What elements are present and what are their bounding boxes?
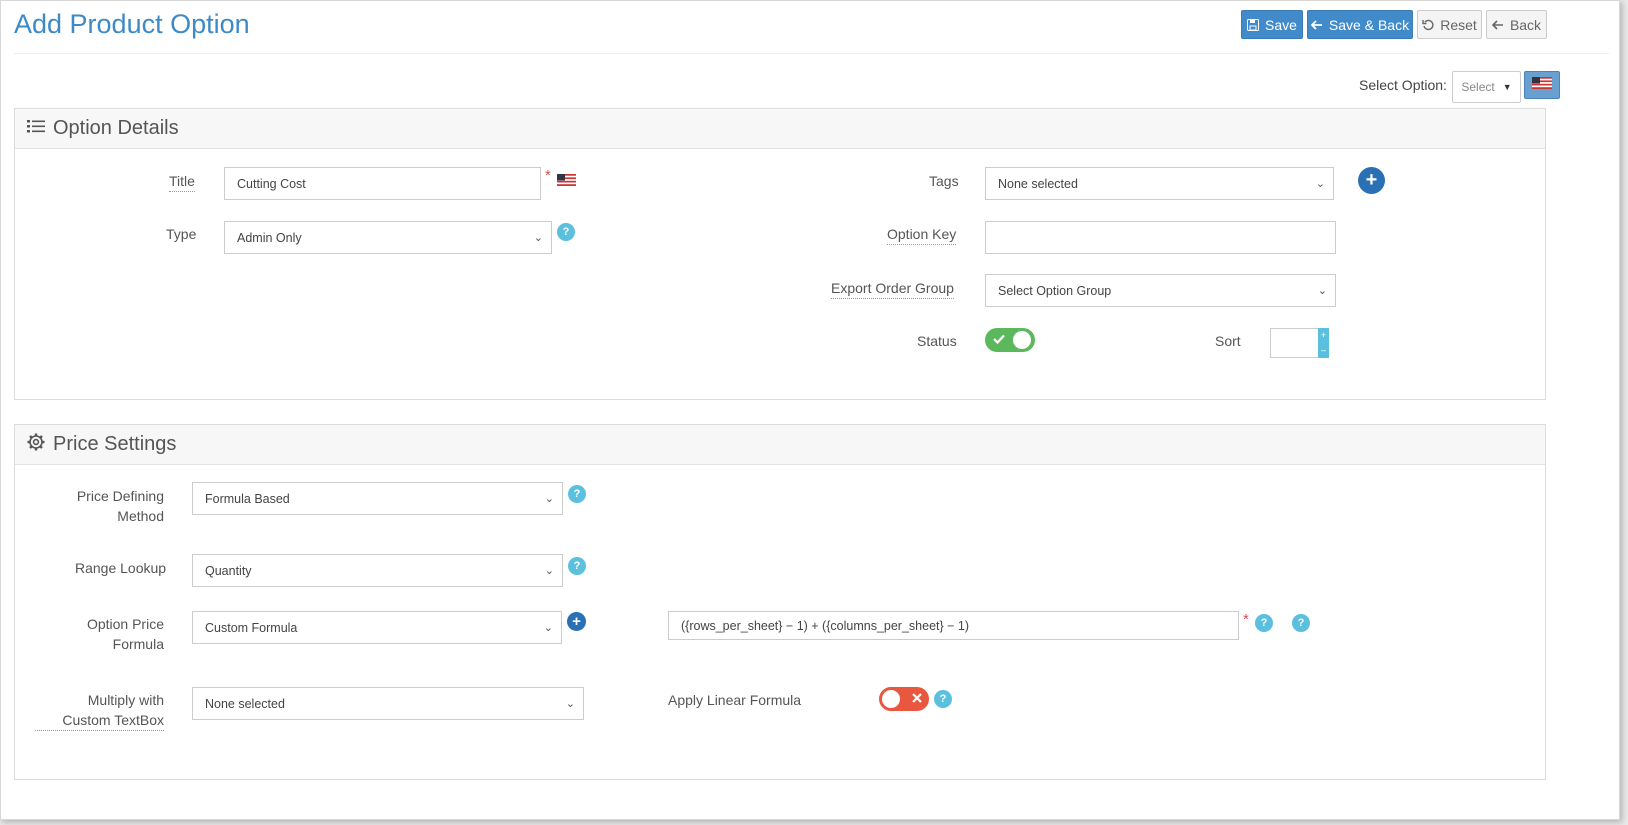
help-icon[interactable]: ? (934, 690, 952, 708)
multiply-label-line1: Multiply with (87, 692, 164, 708)
us-flag-icon (557, 173, 576, 191)
option-price-formula-label-line2: Formula (112, 636, 164, 652)
apply-linear-formula-label: Apply Linear Formula (668, 692, 802, 708)
option-key-label: Option Key (887, 224, 957, 245)
save-and-back-label: Save & Back (1328, 16, 1410, 33)
price-settings-panel: Price Settings (14, 424, 1546, 780)
close-icon (912, 690, 922, 708)
toggle-knob (882, 690, 900, 708)
chevron-down-icon: ⌄ (1317, 285, 1327, 297)
chevron-down-icon: ⌄ (1315, 178, 1325, 190)
type-select-value: Admin Only (237, 230, 302, 245)
required-asterisk: * (1243, 611, 1249, 628)
status-toggle[interactable] (985, 328, 1035, 352)
multiply-label-line2: Custom TextBox (62, 712, 164, 728)
option-price-formula-value: Custom Formula (205, 620, 298, 635)
help-icon[interactable]: ? (568, 557, 586, 575)
export-order-group-value: Select Option Group (998, 283, 1112, 298)
range-lookup-label: Range Lookup (75, 560, 167, 576)
option-price-formula-label: Option Price Formula (41, 614, 164, 654)
back-button[interactable]: Back (1486, 10, 1547, 39)
check-icon (993, 331, 1005, 349)
export-order-group-select[interactable]: Select Option Group ⌄ (985, 274, 1336, 307)
list-icon (27, 117, 45, 140)
help-icon[interactable]: ? (568, 485, 586, 503)
reset-button[interactable]: Reset (1417, 10, 1482, 39)
help-icon[interactable]: ? (1292, 614, 1310, 632)
back-button-label: Back (1509, 16, 1542, 33)
price-defining-method-value: Formula Based (205, 491, 290, 506)
option-key-input[interactable] (985, 221, 1336, 254)
language-flag-button[interactable] (1524, 71, 1560, 99)
floppy-disk-icon (1247, 18, 1260, 31)
price-settings-heading: Price Settings (53, 433, 177, 455)
chevron-down-icon: ⌄ (533, 232, 543, 244)
chevron-down-icon: ⌄ (544, 565, 554, 577)
range-lookup-select[interactable]: Quantity ⌄ (192, 554, 563, 587)
plus-icon: + (1365, 169, 1378, 191)
select-option-label: Select Option: (1359, 77, 1447, 93)
save-and-back-button[interactable]: Save & Back (1307, 10, 1413, 39)
toggle-knob (1013, 331, 1031, 349)
required-asterisk: * (545, 167, 551, 184)
add-tag-button[interactable]: + (1358, 167, 1385, 194)
us-flag-icon (1532, 76, 1552, 94)
decrement-icon[interactable]: – (1321, 346, 1326, 355)
tags-select-value: None selected (998, 176, 1078, 191)
help-icon[interactable]: ? (557, 223, 575, 241)
option-price-formula-select[interactable]: Custom Formula ⌄ (192, 611, 562, 644)
option-details-heading: Option Details (53, 117, 179, 139)
type-select[interactable]: Admin Only ⌄ (224, 221, 552, 254)
help-icon[interactable]: ? (1255, 614, 1273, 632)
save-button[interactable]: Save (1241, 10, 1303, 39)
chevron-down-icon: ⌄ (543, 622, 553, 634)
price-settings-header: Price Settings (15, 425, 1545, 465)
price-defining-method-label-line1: Price Defining (76, 488, 164, 504)
page-title: Add Product Option (14, 9, 250, 39)
arrow-left-icon (1310, 19, 1323, 30)
tags-label: Tags (929, 173, 959, 189)
multiply-custom-textbox-label: Multiply with Custom TextBox (35, 690, 164, 731)
tags-select[interactable]: None selected ⌄ (985, 167, 1334, 200)
plus-icon: + (572, 613, 581, 630)
sort-stepper[interactable]: + – (1318, 328, 1329, 358)
add-formula-button[interactable]: + (567, 612, 586, 631)
select-option-dropdown[interactable]: Select ▼ (1452, 71, 1521, 103)
chevron-down-icon: ⌄ (565, 698, 575, 710)
option-price-formula-label-line1: Option Price (86, 616, 164, 632)
arrow-left-icon (1491, 19, 1504, 30)
caret-down-icon: ▼ (1502, 82, 1512, 92)
reset-button-label: Reset (1440, 16, 1477, 33)
title-label: Title (169, 171, 195, 192)
multiply-custom-textbox-select[interactable]: None selected ⌄ (192, 687, 584, 720)
increment-icon[interactable]: + (1321, 331, 1326, 340)
title-input-value: Cutting Cost (237, 176, 306, 191)
sort-label: Sort (1215, 333, 1241, 349)
undo-icon (1422, 19, 1434, 31)
formula-input[interactable]: ({rows_per_sheet} − 1) + ({columns_per_s… (668, 611, 1239, 640)
chevron-down-icon: ⌄ (544, 493, 554, 505)
save-button-label: Save (1265, 16, 1297, 33)
option-details-header: Option Details (15, 109, 1545, 149)
type-label: Type (166, 226, 197, 242)
page: Add Product Option Save Save & Back Rese… (0, 0, 1620, 820)
title-input[interactable]: Cutting Cost (224, 167, 541, 200)
multiply-custom-textbox-value: None selected (205, 696, 285, 711)
price-defining-method-select[interactable]: Formula Based ⌄ (192, 482, 563, 515)
title-divider (14, 53, 1609, 54)
price-defining-method-label-line2: Method (117, 508, 164, 524)
price-defining-method-label: Price Defining Method (41, 486, 164, 526)
formula-input-value: ({rows_per_sheet} − 1) + ({columns_per_s… (681, 618, 970, 633)
status-label: Status (917, 333, 957, 349)
apply-linear-formula-toggle[interactable] (879, 687, 929, 711)
select-option-value: Select (1461, 80, 1495, 94)
range-lookup-value: Quantity (205, 563, 252, 578)
gear-icon (27, 433, 45, 457)
sort-input[interactable] (1270, 328, 1319, 358)
export-order-group-label: Export Order Group (831, 278, 954, 299)
